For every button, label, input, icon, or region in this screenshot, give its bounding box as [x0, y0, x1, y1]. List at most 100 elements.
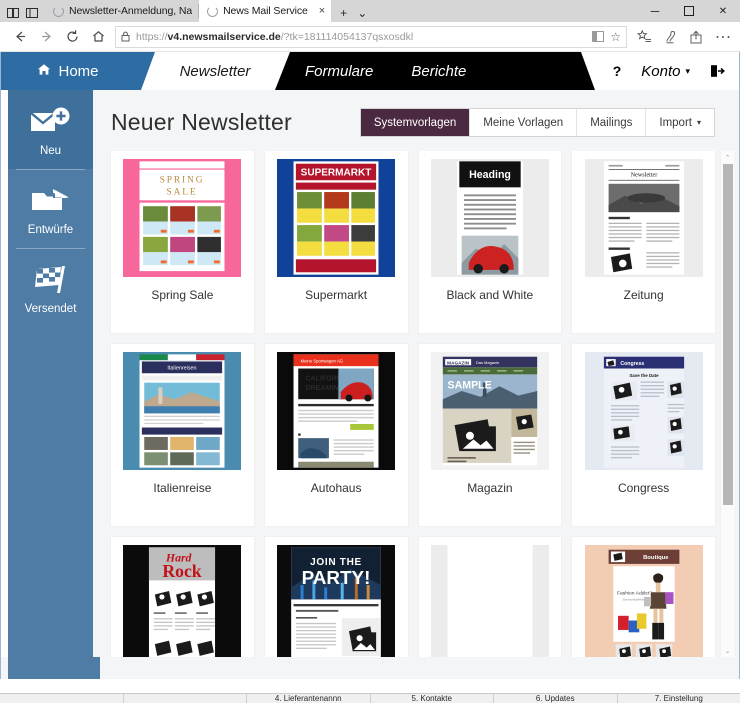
browser-tab-active[interactable]: News Mail Service × — [199, 0, 332, 22]
home-icon[interactable] — [85, 24, 111, 50]
scrollbar-track[interactable] — [721, 164, 735, 644]
back-icon[interactable] — [7, 24, 33, 50]
template-card[interactable]: JOIN THE PARTY! — [264, 537, 408, 657]
scroll-up-icon[interactable]: ⌃ — [721, 151, 735, 164]
nav-item-berichte[interactable]: Berichte — [411, 63, 466, 80]
template-card[interactable] — [418, 537, 562, 657]
svg-text:Newsletter: Newsletter — [630, 173, 657, 179]
set-tabs-aside-icon[interactable] — [6, 6, 19, 19]
tab-title: News Mail Service — [223, 5, 308, 17]
minimize-button[interactable] — [638, 0, 672, 22]
lock-icon — [121, 31, 130, 42]
nav-item-home[interactable]: Home — [1, 52, 155, 90]
refresh-icon[interactable] — [59, 24, 85, 50]
content-header: Neuer Newsletter Systemvorlagen Meine Vo… — [93, 90, 739, 151]
template-thumbnail-spring-sale: SPRING SALE — [123, 159, 242, 277]
template-card[interactable]: Meine Sportwagen AG CALIFORNIA DREAMING — [264, 344, 408, 526]
favorites-hub-icon[interactable] — [637, 29, 652, 44]
scroll-down-icon[interactable]: ⌄ — [721, 644, 735, 657]
tab-strip-left-buttons — [0, 6, 45, 22]
tab-label: Import — [659, 116, 692, 129]
tab-label: Systemvorlagen — [373, 116, 457, 129]
template-card[interactable]: SUPERMARKT Supermarkt — [264, 151, 408, 333]
template-thumbnail-hard-rock: Hard Rock — [123, 545, 242, 657]
sidebar-item-entwuerfe[interactable]: Entwürfe — [8, 169, 93, 248]
svg-text:SUPERMARKT: SUPERMARKT — [301, 168, 373, 179]
taskbar-cell[interactable]: 6. Updates — [493, 694, 617, 703]
browser-toolbar-icons — [633, 29, 733, 44]
logout-icon[interactable] — [710, 64, 725, 78]
template-thumbnail-congress: Congress Save the Date — [584, 352, 703, 470]
template-card[interactable]: Heading Black and White — [418, 151, 562, 333]
tab-favicon — [53, 5, 64, 17]
app-sidebar: Neu Entwürfe Versendet — [1, 90, 93, 657]
tab-systemvorlagen[interactable]: Systemvorlagen — [360, 109, 471, 136]
web-notes-pen-icon[interactable] — [664, 30, 677, 44]
tabs-aside-list-icon[interactable] — [25, 6, 38, 19]
account-dropdown[interactable]: Konto ▾ — [641, 63, 690, 80]
tab-mailings[interactable]: Mailings — [577, 109, 647, 136]
nav-newsletter-label: Newsletter — [179, 62, 251, 80]
settings-more-icon[interactable] — [715, 34, 731, 40]
favorites-star-icon[interactable]: ☆ — [610, 30, 621, 44]
browser-window: Newsletter-Anmeldung, Na News Mail Servi… — [0, 0, 740, 703]
template-card[interactable]: SPRING SALE Spring Sale — [111, 151, 254, 333]
new-mail-icon — [29, 103, 73, 141]
nav-item-newsletter[interactable]: Newsletter — [155, 52, 290, 90]
template-card[interactable]: Hard Rock — [111, 537, 254, 657]
browser-tab-strip: Newsletter-Anmeldung, Na News Mail Servi… — [0, 0, 740, 22]
template-thumbnail-join-the-party: JOIN THE PARTY! — [277, 545, 396, 657]
svg-text:Das Magazin: Das Magazin — [476, 360, 499, 365]
scrollbar-thumb[interactable] — [722, 164, 733, 505]
url-text: https://v4.newsmailservice.de/?tk=181114… — [136, 30, 414, 43]
taskbar-cell[interactable] — [122, 694, 247, 703]
nav-item-formulare[interactable]: Formulare — [305, 63, 373, 80]
template-name: Supermarkt — [305, 288, 368, 302]
tab-label: Meine Vorlagen — [483, 116, 564, 129]
chevron-down-icon[interactable]: ⌄ — [357, 7, 367, 19]
tab-close-icon[interactable]: × — [319, 5, 325, 17]
forward-icon[interactable] — [33, 24, 59, 50]
template-card[interactable]: Newsletter Zeitung — [572, 151, 715, 333]
browser-tab-inactive[interactable]: Newsletter-Anmeldung, Na — [45, 0, 199, 22]
share-icon[interactable] — [689, 30, 703, 44]
template-card[interactable]: Congress Save the Date Congress — [572, 344, 715, 526]
url-input[interactable]: https://v4.newsmailservice.de/?tk=181114… — [115, 25, 627, 48]
nav-right-section: ? Konto ▾ — [580, 52, 739, 90]
tab-import[interactable]: Import ▾ — [646, 109, 714, 136]
template-card[interactable]: MAGAZIN Das Magazin SAMPLE Magazin — [418, 344, 562, 526]
sidebar-label: Entwürfe — [27, 223, 74, 236]
reading-view-icon[interactable] — [592, 31, 605, 42]
template-thumbnail-autohaus: Meine Sportwagen AG CALIFORNIA DREAMING — [277, 352, 396, 470]
taskbar-cell[interactable]: 5. Kontakte — [369, 694, 494, 703]
taskbar-cell[interactable]: 7. Einstellung — [616, 694, 740, 703]
sidebar-item-neu[interactable]: Neu — [8, 90, 93, 169]
template-grid: SPRING SALE Spring Sale SUPERMARKT Super… — [111, 151, 715, 657]
template-name: Spring Sale — [151, 288, 214, 302]
maximize-button[interactable] — [672, 0, 706, 22]
app-navigation-bar: Home Newsletter Formulare Berichte ? Kon… — [1, 52, 739, 90]
svg-text:MAGAZIN: MAGAZIN — [447, 360, 470, 365]
content-area: Neuer Newsletter Systemvorlagen Meine Vo… — [93, 90, 739, 657]
template-thumbnail-supermarkt: SUPERMARKT — [277, 159, 396, 277]
window-controls: ✕ — [638, 0, 740, 22]
tab-meine-vorlagen[interactable]: Meine Vorlagen — [470, 109, 578, 136]
taskbar-cell[interactable] — [0, 694, 123, 703]
template-card[interactable]: Boutique Fashion Addict? Sommerkollektio… — [572, 537, 715, 657]
svg-text:Rock: Rock — [163, 561, 202, 581]
chevron-down-icon: ▾ — [696, 118, 701, 127]
template-grid-scrollbar[interactable]: ⌃ ⌄ — [720, 151, 734, 657]
sidebar-item-versendet[interactable]: Versendet — [8, 248, 93, 327]
account-label: Konto — [641, 62, 681, 80]
template-card[interactable]: Italienreisen Italienreise — [111, 344, 254, 526]
tab-strip-right-buttons: + ⌄ — [331, 7, 375, 22]
sidebar-label: Neu — [39, 144, 62, 157]
close-button[interactable]: ✕ — [706, 0, 740, 22]
template-thumbnail-blank — [430, 545, 549, 657]
template-name: Black and White — [446, 288, 534, 302]
taskbar-cell[interactable]: 4. Lieferantenannn — [246, 694, 370, 703]
nav-home-label: Home — [58, 62, 99, 80]
svg-text:Sommerkollektion: Sommerkollektion — [622, 597, 647, 601]
help-button[interactable]: ? — [613, 63, 622, 79]
new-tab-icon[interactable]: + — [340, 7, 347, 19]
